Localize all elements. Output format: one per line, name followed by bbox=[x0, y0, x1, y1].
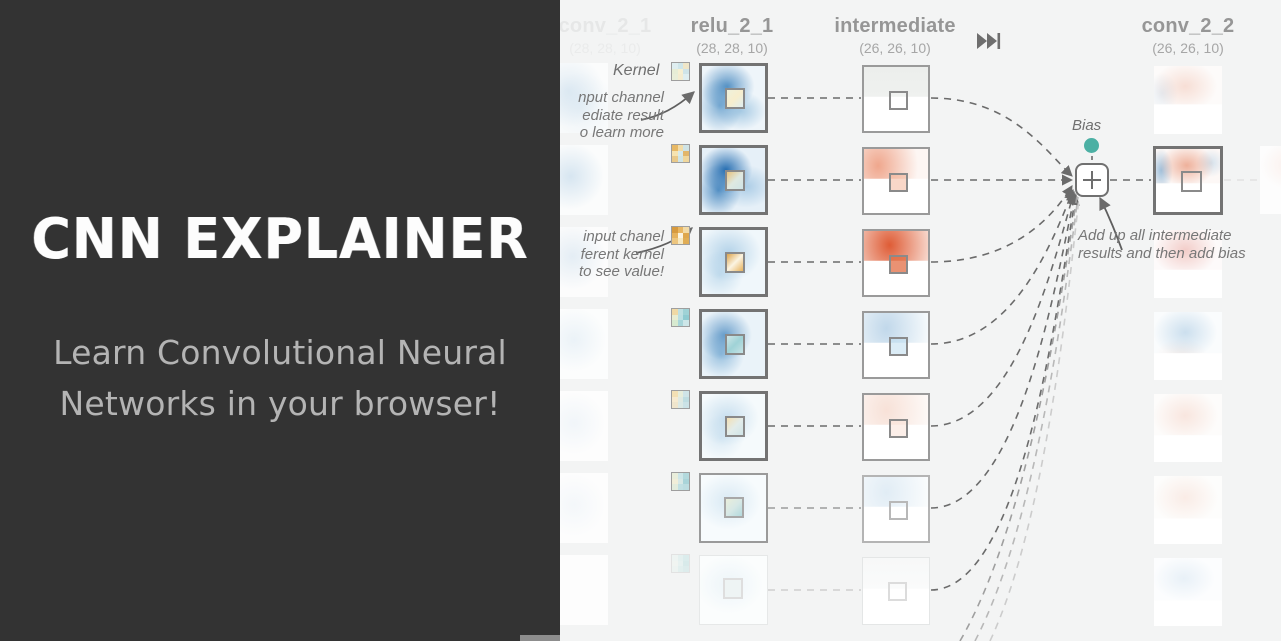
kernel-window[interactable] bbox=[888, 582, 907, 601]
kernel-window[interactable] bbox=[889, 337, 908, 356]
layer-dims: (26, 26, 10) bbox=[859, 40, 931, 56]
kernel-window[interactable] bbox=[889, 501, 908, 520]
node-conv22-3[interactable] bbox=[1154, 312, 1222, 380]
layer-dims: (26, 26, 10) bbox=[1228, 40, 1281, 56]
kernel-window[interactable] bbox=[889, 255, 908, 274]
kernel-window[interactable] bbox=[724, 497, 744, 518]
kernel-window[interactable] bbox=[725, 88, 745, 109]
node-relu21-4[interactable] bbox=[699, 391, 768, 461]
kernel-window[interactable] bbox=[725, 170, 745, 191]
node-relu21-3[interactable] bbox=[699, 309, 768, 379]
annotation-bias-note: Add up all intermediate results and then… bbox=[1078, 227, 1246, 262]
kernel-window[interactable] bbox=[723, 578, 743, 599]
node-relu22-1[interactable] bbox=[1260, 146, 1281, 214]
annotation-bias-line1: Add up all intermediate bbox=[1078, 227, 1232, 244]
layer-name: relu_2_2 bbox=[1228, 16, 1281, 37]
hero-panel: CNN Explainer Learn Convolutional Neural… bbox=[0, 0, 560, 641]
hero-subtitle-line2: Networks in your browser! bbox=[59, 383, 501, 423]
column-header-relu-2-2: relu_2_2 (26, 26, 10) bbox=[1228, 16, 1281, 56]
node-relu21-6[interactable] bbox=[699, 555, 768, 625]
node-intermediate-1[interactable] bbox=[862, 147, 930, 215]
node-intermediate-2[interactable] bbox=[862, 229, 930, 297]
feature-map-surface bbox=[1154, 558, 1222, 626]
feature-map-surface bbox=[1154, 476, 1222, 544]
node-conv22-6[interactable] bbox=[1154, 558, 1222, 626]
node-intermediate-0[interactable] bbox=[862, 65, 930, 133]
node-relu21-2[interactable] bbox=[699, 227, 768, 297]
column-header-intermediate: intermediate (26, 26, 10) bbox=[795, 15, 995, 57]
node-intermediate-3[interactable] bbox=[862, 311, 930, 379]
kernel-window[interactable] bbox=[725, 416, 745, 437]
bias-dot[interactable] bbox=[1084, 138, 1099, 153]
kernel-window[interactable] bbox=[889, 91, 908, 110]
hero-subtitle-line1: Learn Convolutional Neural bbox=[53, 333, 507, 373]
add-node[interactable] bbox=[1075, 163, 1109, 197]
app-root: conv_2_1 (28, 28, 10) relu_2_1 (28, 28, … bbox=[0, 0, 1281, 641]
kernel-icon-4[interactable] bbox=[671, 390, 690, 409]
skip-forward-icon[interactable] bbox=[975, 30, 1003, 57]
node-conv22-1[interactable] bbox=[1153, 146, 1223, 215]
node-conv22-5[interactable] bbox=[1154, 476, 1222, 544]
bias-label: Bias bbox=[1072, 117, 1102, 134]
node-intermediate-5[interactable] bbox=[862, 475, 930, 543]
kernel-icon-6[interactable] bbox=[671, 554, 690, 573]
feature-map-surface bbox=[1154, 394, 1222, 462]
layer-name: intermediate bbox=[834, 15, 956, 37]
hero-subtitle: Learn Convolutional Neural Networks in y… bbox=[30, 328, 530, 428]
annotation-bias-line2: results and then add bias bbox=[1078, 244, 1246, 262]
node-intermediate-6[interactable] bbox=[862, 557, 930, 625]
node-conv22-4[interactable] bbox=[1154, 394, 1222, 462]
kernel-window[interactable] bbox=[725, 334, 745, 355]
kernel-icon-5[interactable] bbox=[671, 472, 690, 491]
node-relu21-0[interactable] bbox=[699, 63, 768, 133]
node-relu21-5[interactable] bbox=[699, 473, 768, 543]
page-title: CNN Explainer bbox=[31, 207, 529, 273]
plus-vertical-bar bbox=[1091, 171, 1093, 189]
node-conv22-0[interactable] bbox=[1154, 66, 1222, 134]
hero-footer-strip bbox=[520, 635, 560, 641]
feature-map-surface bbox=[1154, 312, 1222, 380]
kernel-window[interactable] bbox=[1181, 171, 1202, 192]
feature-map-surface bbox=[1260, 146, 1281, 214]
node-relu21-1[interactable] bbox=[699, 145, 768, 215]
kernel-window[interactable] bbox=[725, 252, 745, 273]
kernel-icon-2[interactable] bbox=[671, 226, 690, 245]
kernel-window[interactable] bbox=[889, 419, 908, 438]
kernel-icon-0[interactable] bbox=[671, 62, 690, 81]
kernel-legend-label: Kernel bbox=[613, 62, 660, 79]
hero-content: CNN Explainer Learn Convolutional Neural… bbox=[0, 0, 560, 641]
feature-map-surface bbox=[1154, 66, 1222, 134]
kernel-icon-1[interactable] bbox=[671, 144, 690, 163]
kernel-icon-3[interactable] bbox=[671, 308, 690, 327]
kernel-window[interactable] bbox=[889, 173, 908, 192]
node-intermediate-4[interactable] bbox=[862, 393, 930, 461]
